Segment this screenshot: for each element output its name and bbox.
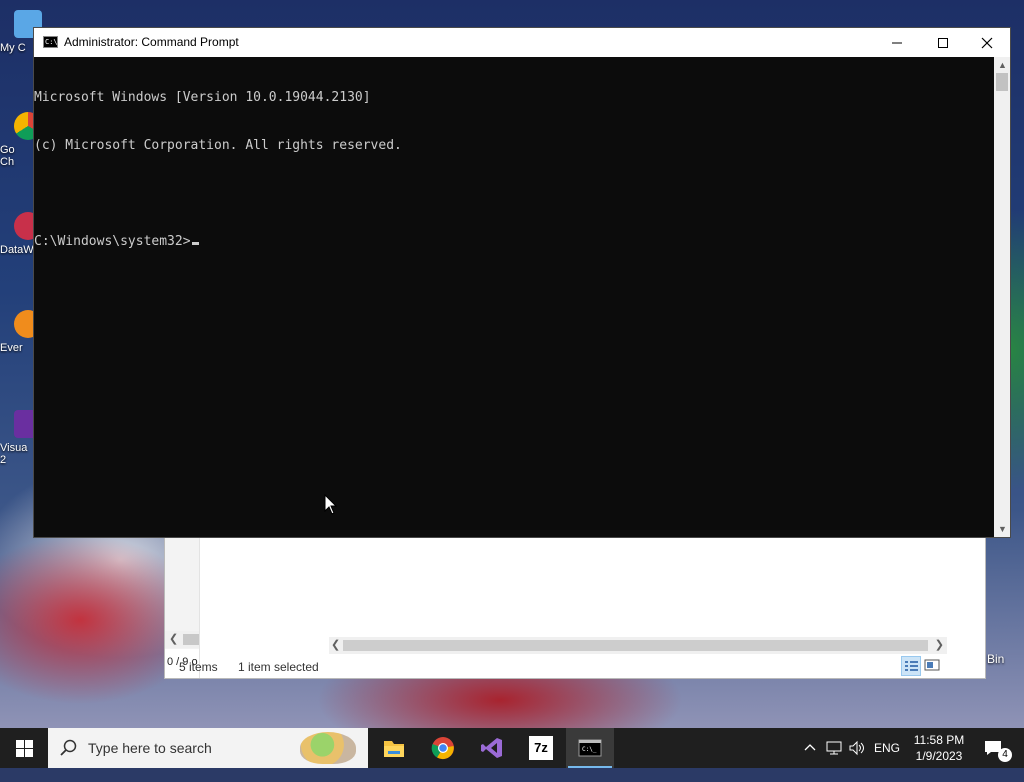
file-list-area[interactable] [199, 537, 986, 678]
large-icons-view-button[interactable] [923, 656, 943, 676]
cmd-icon[interactable]: C:\ [43, 36, 58, 48]
taskbar: Type here to search 7z C:\_ ENG 11:58 PM… [0, 728, 1024, 768]
taskbar-app-visual-studio[interactable] [468, 728, 516, 768]
7zip-icon: 7z [529, 736, 553, 760]
details-view-button[interactable] [901, 656, 921, 676]
taskbar-search-box[interactable]: Type here to search [48, 728, 368, 768]
command-prompt-window[interactable]: C:\ Administrator: Command Prompt Micros… [33, 27, 1011, 538]
visual-studio-icon [481, 738, 502, 758]
start-button[interactable] [0, 728, 48, 768]
details-view-icon [905, 661, 918, 671]
console-line: Microsoft Windows [Version 10.0.19044.21… [34, 90, 371, 105]
network-icon[interactable] [826, 740, 844, 780]
action-center-button[interactable]: 4 [978, 728, 1024, 768]
file-explorer-window: ❮ 0 / 9 o ❮ ❯ 5 items 1 item selected [164, 537, 986, 679]
scrollbar-thumb[interactable] [343, 640, 928, 651]
vertical-scrollbar[interactable]: ▲ ▼ [994, 57, 1010, 537]
input-language-indicator[interactable]: ENG [874, 741, 900, 781]
status-selection: 1 item selected [238, 660, 319, 674]
taskbar-app-chrome[interactable] [419, 728, 467, 768]
search-highlight-illustration [300, 732, 356, 764]
taskbar-app-command-prompt[interactable]: C:\_ [566, 728, 614, 768]
clock-date: 1/9/2023 [915, 749, 963, 763]
desktop-icon-label: Ever [0, 342, 23, 354]
recycle-bin-label[interactable]: Bin [987, 652, 1004, 666]
desktop-icon-label: DataW [0, 244, 34, 256]
desktop-icon-label: My C [0, 42, 26, 54]
scrollbar-thumb[interactable] [183, 634, 199, 645]
scrollbar-thumb[interactable] [996, 73, 1008, 91]
volume-icon[interactable] [848, 740, 866, 780]
minimize-icon [892, 42, 902, 44]
large-icons-view-icon [924, 659, 940, 671]
text-cursor [191, 242, 199, 245]
close-icon [981, 37, 993, 49]
cmd-icon-text: C:\ [45, 38, 58, 46]
window-title: Administrator: Command Prompt [64, 35, 239, 49]
7zip-icon-label: 7z [534, 740, 548, 755]
search-placeholder: Type here to search [88, 740, 212, 756]
status-item-count: 5 items [179, 660, 218, 674]
mouse-pointer-icon [324, 494, 338, 515]
maximize-button[interactable] [920, 28, 966, 57]
scroll-up-arrow-icon[interactable]: ▲ [998, 60, 1007, 70]
maximize-icon [938, 38, 948, 48]
console-output[interactable]: Microsoft Windows [Version 10.0.19044.21… [34, 57, 994, 538]
taskbar-app-7zip[interactable]: 7z [517, 728, 565, 768]
desktop-icon-chrome[interactable]: Go Ch [0, 112, 42, 168]
taskbar-app-file-explorer[interactable] [370, 728, 418, 768]
scroll-left-arrow-icon[interactable]: ❮ [331, 638, 340, 651]
desktop-icon-label: Go Ch [0, 144, 15, 168]
minimize-button[interactable] [874, 28, 920, 57]
folder-icon [384, 741, 404, 757]
desktop-icon-everything[interactable]: Ever [0, 310, 42, 354]
scroll-right-arrow-icon[interactable]: ❯ [935, 638, 944, 651]
nav-pane-horizontal-scrollbar[interactable]: ❮ [165, 631, 199, 648]
title-bar[interactable]: C:\ Administrator: Command Prompt [34, 28, 1010, 57]
scroll-left-arrow-icon[interactable]: ❮ [169, 632, 178, 645]
system-clock[interactable]: 11:58 PM 1/9/2023 [910, 732, 968, 764]
notification-count-badge: 4 [998, 748, 1012, 762]
file-list-horizontal-scrollbar[interactable]: ❮ ❯ [329, 637, 947, 654]
console-line: (c) Microsoft Corporation. All rights re… [34, 138, 402, 153]
cmd-icon: C:\_ [578, 739, 602, 757]
svg-text:C:\_: C:\_ [582, 746, 597, 753]
desktop-icon-my-computer[interactable]: My C [0, 10, 42, 54]
desktop-icon-datawrangler[interactable]: DataW [0, 212, 42, 256]
console-prompt: C:\Windows\system32> [34, 234, 191, 249]
chrome-icon [431, 737, 454, 760]
search-icon [60, 739, 77, 756]
desktop-icon-visual-studio[interactable]: Visua 2 [0, 410, 42, 466]
desktop-icon-label: Visua 2 [0, 442, 28, 466]
scroll-down-arrow-icon[interactable]: ▼ [998, 524, 1007, 534]
show-hidden-icons-chevron-icon[interactable] [804, 742, 816, 782]
close-button[interactable] [964, 28, 1010, 57]
clock-time: 11:58 PM [913, 733, 965, 747]
console-prompt-line[interactable]: C:\Windows\system32> [34, 234, 994, 250]
windows-logo-icon [16, 740, 33, 757]
